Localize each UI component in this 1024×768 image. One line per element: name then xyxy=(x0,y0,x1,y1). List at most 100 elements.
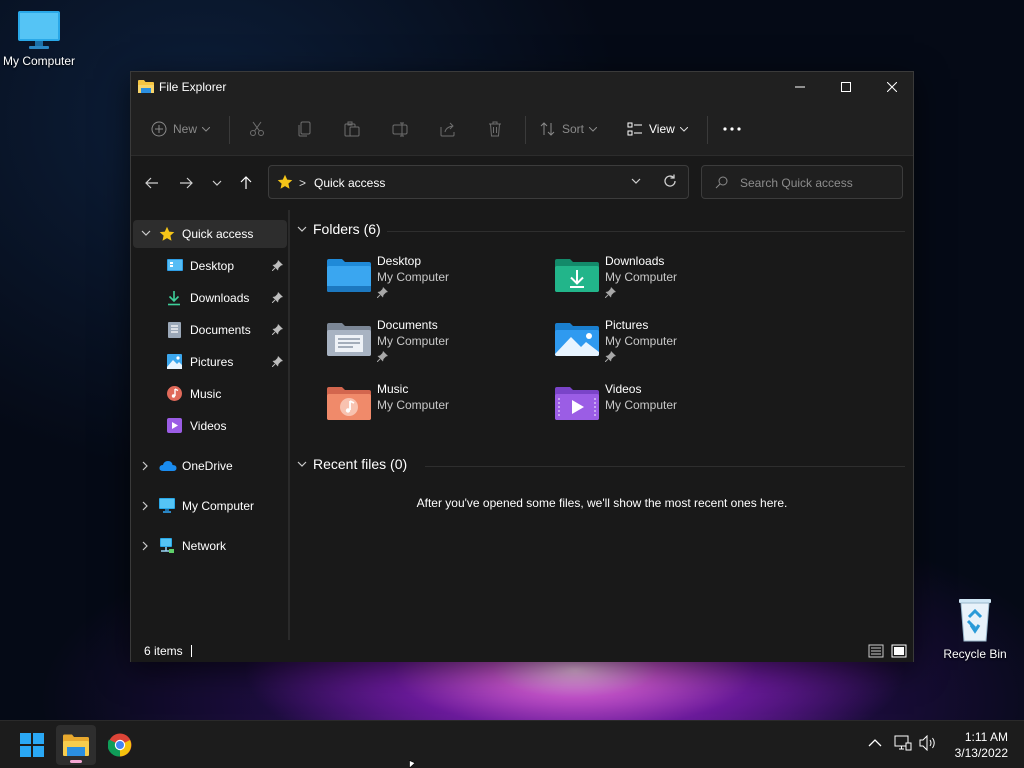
volume-icon[interactable] xyxy=(919,735,937,751)
documents-icon xyxy=(168,322,181,338)
clock-time: 1:11 AM xyxy=(964,730,1008,744)
sidebar-item-pictures[interactable]: Pictures xyxy=(133,348,287,376)
network-icon xyxy=(160,538,174,553)
minimize-button[interactable] xyxy=(777,72,823,102)
desktop-icon-my-computer[interactable]: My Computer xyxy=(0,10,82,68)
more-icon xyxy=(723,127,741,131)
recent-files-group-header[interactable]: Recent files (0) xyxy=(297,456,407,472)
recent-locations-button[interactable] xyxy=(204,170,230,196)
sidebar-item-desktop[interactable]: Desktop xyxy=(133,252,287,280)
sidebar-item-downloads[interactable]: Downloads xyxy=(133,284,287,312)
folder-location: My Computer xyxy=(377,334,450,348)
folder-tile-downloads[interactable]: Downloads My Computer xyxy=(555,254,775,314)
active-app-indicator xyxy=(70,760,82,763)
sidebar-item-label: Desktop xyxy=(190,259,235,273)
search-box[interactable] xyxy=(701,165,903,199)
sidebar-item-network[interactable]: Network xyxy=(133,532,287,560)
desktop-folder-icon xyxy=(327,259,371,292)
back-button[interactable] xyxy=(139,170,165,196)
videos-icon xyxy=(167,418,182,433)
pin-icon xyxy=(272,324,283,335)
folder-tile-pictures[interactable]: Pictures My Computer xyxy=(555,318,775,378)
recycle-bin-icon xyxy=(959,599,991,642)
sidebar-item-label: Videos xyxy=(190,419,227,433)
breadcrumb[interactable]: Quick access xyxy=(314,176,385,190)
taskbar: 1:11 AM 3/13/2022 xyxy=(0,720,1024,768)
folder-tile-videos[interactable]: Videos My Computer xyxy=(555,382,775,442)
title-bar[interactable]: File Explorer xyxy=(131,72,913,102)
taskbar-chrome[interactable] xyxy=(100,725,140,765)
address-bar[interactable]: > Quick access xyxy=(268,165,689,199)
star-icon xyxy=(277,174,293,189)
folder-name: Documents xyxy=(377,318,438,332)
desktop-icon-label: Recycle Bin xyxy=(943,647,1007,661)
pin-icon xyxy=(272,260,283,271)
chevron-right-icon[interactable] xyxy=(141,461,149,471)
show-hidden-icons-chevron-icon[interactable] xyxy=(868,738,882,747)
documents-folder-icon xyxy=(327,323,371,356)
more-options-button[interactable] xyxy=(723,102,741,156)
sidebar-item-quick-access[interactable]: Quick access xyxy=(133,220,287,248)
rename-icon xyxy=(392,122,408,137)
pin-icon xyxy=(605,287,616,298)
navigation-pane: Quick access Desktop Downloads Documents… xyxy=(131,210,289,640)
status-bar: 6 items xyxy=(131,640,913,662)
share-icon xyxy=(440,122,455,137)
separator xyxy=(707,116,708,144)
chevron-right-icon[interactable] xyxy=(141,541,149,551)
folders-group-header[interactable]: Folders (6) xyxy=(297,221,381,237)
start-button[interactable] xyxy=(12,725,52,765)
scissors-icon xyxy=(250,121,264,136)
share-button[interactable] xyxy=(440,102,456,156)
desktop-icon-label: My Computer xyxy=(2,54,76,68)
sidebar-item-my-computer[interactable]: My Computer xyxy=(133,492,287,520)
up-button[interactable] xyxy=(233,170,259,196)
sidebar-item-documents[interactable]: Documents xyxy=(133,316,287,344)
forward-button[interactable] xyxy=(173,170,199,196)
cut-button[interactable] xyxy=(249,102,265,156)
sort-button[interactable]: Sort xyxy=(540,102,598,156)
pin-icon xyxy=(377,351,388,362)
chevron-right-icon[interactable] xyxy=(141,501,149,511)
chevron-down-icon[interactable] xyxy=(631,176,641,186)
computer-icon xyxy=(18,11,60,49)
sidebar-item-label: My Computer xyxy=(182,499,255,513)
tiles-view-button[interactable] xyxy=(891,643,907,659)
refresh-icon[interactable] xyxy=(663,174,677,188)
taskbar-file-explorer[interactable] xyxy=(56,725,96,765)
delete-button[interactable] xyxy=(487,102,503,156)
details-view-button[interactable] xyxy=(868,643,884,659)
chevron-down-icon[interactable] xyxy=(141,229,151,237)
sidebar-item-music[interactable]: Music xyxy=(133,380,287,408)
view-button[interactable]: View xyxy=(627,102,688,156)
folder-name: Desktop xyxy=(377,254,422,268)
downloads-folder-icon xyxy=(555,259,599,292)
desktop-icon-recycle-bin[interactable]: Recycle Bin xyxy=(932,597,1018,661)
folders-group-title: Folders (6) xyxy=(313,221,381,237)
recent-files-empty-message: After you've opened some files, we'll sh… xyxy=(416,496,788,510)
folder-tile-music[interactable]: Music My Computer xyxy=(327,382,547,442)
sort-icon xyxy=(540,122,555,136)
folder-tile-documents[interactable]: Documents My Computer xyxy=(327,318,547,378)
new-button[interactable]: New xyxy=(151,102,211,156)
rename-button[interactable] xyxy=(392,102,408,156)
music-folder-icon xyxy=(327,387,371,420)
chevron-down-icon xyxy=(297,461,307,467)
videos-folder-icon xyxy=(555,387,599,420)
pane-splitter[interactable] xyxy=(288,210,290,640)
paste-button[interactable] xyxy=(344,102,360,156)
sidebar-item-label: OneDrive xyxy=(182,459,233,473)
maximize-button[interactable] xyxy=(823,72,869,102)
copy-button[interactable] xyxy=(297,102,313,156)
search-input[interactable] xyxy=(740,174,895,192)
folder-tile-desktop[interactable]: Desktop My Computer xyxy=(327,254,547,314)
sidebar-item-onedrive[interactable]: OneDrive xyxy=(133,452,287,480)
close-button[interactable] xyxy=(869,72,915,102)
network-status-icon[interactable] xyxy=(894,735,912,751)
system-clock[interactable]: 1:11 AM 3/13/2022 xyxy=(940,729,1008,761)
chevron-down-icon xyxy=(679,126,688,132)
sidebar-item-videos[interactable]: Videos xyxy=(133,412,287,440)
view-list-icon xyxy=(627,122,642,136)
tiles-view-icon xyxy=(891,644,907,658)
folder-location: My Computer xyxy=(377,270,450,284)
